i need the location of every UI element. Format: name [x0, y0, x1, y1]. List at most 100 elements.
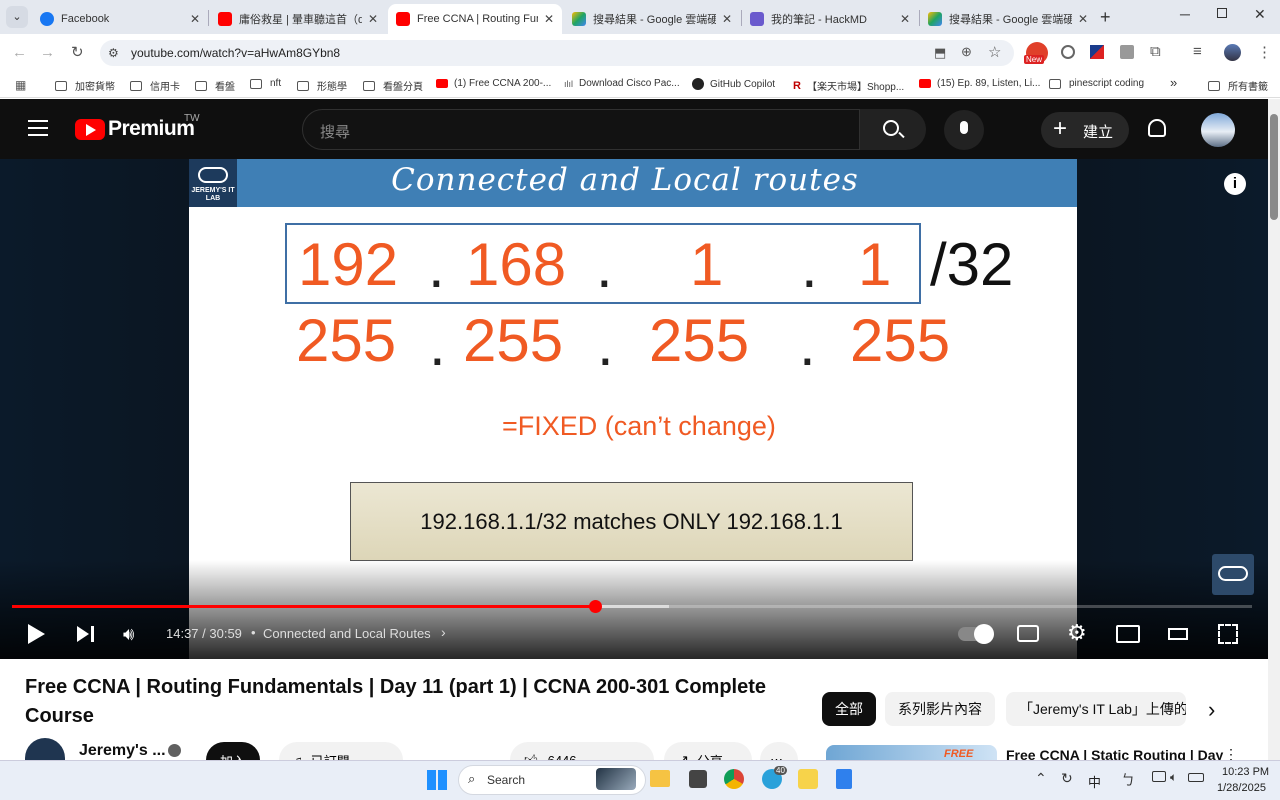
chevron-right-icon[interactable]: ›: [1208, 697, 1215, 723]
clock-date[interactable]: 1/28/2025: [1217, 782, 1266, 794]
bookmark-folder[interactable]: 看盤: [195, 78, 235, 93]
dot-separator: .: [597, 311, 614, 378]
bookmark-link[interactable]: (1) Free CCNA 200-...: [436, 78, 551, 89]
autoplay-toggle[interactable]: [958, 624, 994, 644]
search-button[interactable]: [860, 109, 926, 150]
bookmark-folder[interactable]: 加密貨幣: [55, 78, 115, 93]
network-icon[interactable]: [1152, 771, 1166, 782]
search-input[interactable]: [302, 109, 860, 150]
reload-icon[interactable]: ↻: [71, 43, 84, 61]
app-icon[interactable]: [689, 770, 707, 788]
bookmark-link[interactable]: ılıl Download Cisco Pac...: [564, 78, 680, 89]
scrollbar-thumb[interactable]: [1270, 114, 1278, 220]
create-label: 建立: [1083, 124, 1114, 141]
close-tab-icon[interactable]: ✕: [1078, 12, 1088, 26]
close-tab-icon[interactable]: ✕: [190, 12, 200, 26]
apps-grid-icon[interactable]: ▦: [15, 78, 26, 92]
volume-icon[interactable]: 🔊︎: [123, 624, 134, 645]
chapter-title[interactable]: Connected and Local Routes: [263, 626, 431, 641]
cloud-icon: [1218, 566, 1248, 581]
chevron-up-icon[interactable]: ⌃: [1035, 770, 1047, 787]
battery-icon[interactable]: [1188, 773, 1204, 782]
voice-search-button[interactable]: [944, 110, 984, 150]
youtube-logo[interactable]: [75, 119, 105, 140]
notifications-bell-icon[interactable]: [1148, 119, 1166, 137]
restore-button[interactable]: [1217, 8, 1227, 18]
close-tab-icon[interactable]: ✕: [368, 12, 378, 26]
close-window-button[interactable]: ✕: [1254, 6, 1266, 23]
folder-icon: [1049, 78, 1061, 89]
speaker-icon[interactable]: 🔈︎: [1170, 770, 1177, 785]
bookmark-star-icon[interactable]: ☆: [988, 43, 1001, 61]
bookmark-folder[interactable]: 看盤分頁: [363, 78, 423, 93]
chip-series[interactable]: 系列影片內容: [885, 692, 995, 726]
extensions-puzzle-icon[interactable]: ⧉: [1150, 43, 1161, 60]
hamburger-menu-icon[interactable]: [28, 120, 48, 136]
fullscreen-icon[interactable]: [1218, 624, 1238, 644]
all-bookmarks[interactable]: 所有書籤: [1208, 78, 1268, 93]
account-avatar[interactable]: [1201, 113, 1235, 147]
install-app-icon[interactable]: ⬒: [934, 45, 946, 61]
channel-name[interactable]: Jeremy's ...: [79, 742, 166, 760]
new-tab-button[interactable]: +: [1100, 7, 1111, 28]
bookmark-link[interactable]: GitHub Copilot: [692, 78, 775, 90]
tab-google-drive[interactable]: 搜尋結果 - Google 雲端硬碟 ✕: [564, 4, 740, 34]
ime-indicator[interactable]: 中: [1088, 772, 1101, 791]
tab-ccna-active[interactable]: Free CCNA | Routing Fund ✕: [388, 4, 562, 34]
file-explorer-icon[interactable]: [650, 770, 670, 787]
close-tab-icon[interactable]: ✕: [900, 12, 910, 26]
prefix-length: /32: [930, 231, 1014, 298]
url-text[interactable]: youtube.com/watch?v=aHwAm8GYbn8: [131, 46, 340, 60]
next-icon[interactable]: [77, 626, 89, 642]
theater-mode-icon[interactable]: [1168, 628, 1188, 640]
forward-icon[interactable]: →: [40, 44, 55, 61]
bookmark-folder[interactable]: nft: [250, 78, 281, 89]
profile-avatar[interactable]: [1224, 44, 1241, 61]
chip-all[interactable]: 全部: [822, 692, 876, 726]
bookmark-folder[interactable]: 形態學: [297, 78, 347, 93]
extension-icon[interactable]: [1061, 45, 1075, 59]
bookmark-folder[interactable]: 信用卡: [130, 78, 180, 93]
extension-flag-icon[interactable]: [1090, 45, 1104, 59]
tab-facebook[interactable]: Facebook ✕: [32, 4, 208, 34]
chrome-icon[interactable]: [724, 769, 744, 789]
bookmark-link[interactable]: R 【楽天市場】Shopp...: [793, 78, 904, 94]
subtitles-icon[interactable]: [1017, 625, 1039, 642]
sticky-notes-icon[interactable]: [798, 769, 818, 789]
tab-music[interactable]: 庸俗救星 | 暈車聽這首（de ✕: [210, 4, 386, 34]
channel-watermark[interactable]: [1212, 554, 1254, 595]
sync-icon[interactable]: ↻: [1061, 770, 1073, 787]
miniplayer-icon[interactable]: [1116, 625, 1140, 643]
settings-gear-icon[interactable]: ⚙: [1067, 620, 1087, 646]
more-bookmarks[interactable]: »: [1170, 75, 1177, 90]
tab-title: 庸俗救星 | 暈車聽這首（de: [239, 14, 362, 26]
ime-mode-icon[interactable]: ㄅ: [1121, 770, 1135, 790]
bookmark-folder[interactable]: pinescript coding: [1049, 78, 1144, 89]
reading-list-icon[interactable]: ≡: [1193, 43, 1202, 60]
site-info-icon[interactable]: ⚙: [108, 46, 119, 60]
play-icon[interactable]: [28, 624, 45, 644]
chip-channel-uploads[interactable]: 「Jeremy's IT Lab」上傳的: [1006, 692, 1186, 726]
clock-time[interactable]: 10:23 PM: [1222, 766, 1269, 778]
tab-hackmd[interactable]: 我的筆記 - HackMD ✕: [742, 4, 918, 34]
tab-title: Free CCNA | Routing Fund: [417, 13, 538, 25]
rakuten-icon: R: [793, 79, 801, 92]
bookmark-link[interactable]: (15) Ep. 89, Listen, Li...: [919, 78, 1040, 89]
search-highlight-image: [596, 768, 636, 790]
extension-gray-icon[interactable]: [1120, 45, 1134, 59]
back-icon[interactable]: ←: [12, 44, 27, 61]
menu-kebab-icon[interactable]: ⋮: [1257, 43, 1272, 61]
progress-played: [12, 605, 595, 608]
minimize-button[interactable]: ─: [1180, 6, 1190, 22]
taskbar-search-label: Search: [487, 773, 526, 787]
windows-start-icon[interactable]: [427, 770, 447, 790]
close-tab-icon[interactable]: ✕: [544, 12, 554, 26]
chevron-right-icon[interactable]: ›: [441, 624, 446, 640]
tab-search-button[interactable]: ⌄: [6, 6, 28, 28]
progress-scrubber[interactable]: [588, 600, 602, 613]
notepad-icon[interactable]: [836, 769, 852, 789]
video-info-icon[interactable]: i: [1224, 173, 1246, 195]
zoom-icon[interactable]: ⊕: [961, 44, 972, 60]
tab-google-drive-2[interactable]: 搜尋結果 - Google 雲端硬碟 ✕: [920, 4, 1096, 34]
close-tab-icon[interactable]: ✕: [722, 12, 732, 26]
